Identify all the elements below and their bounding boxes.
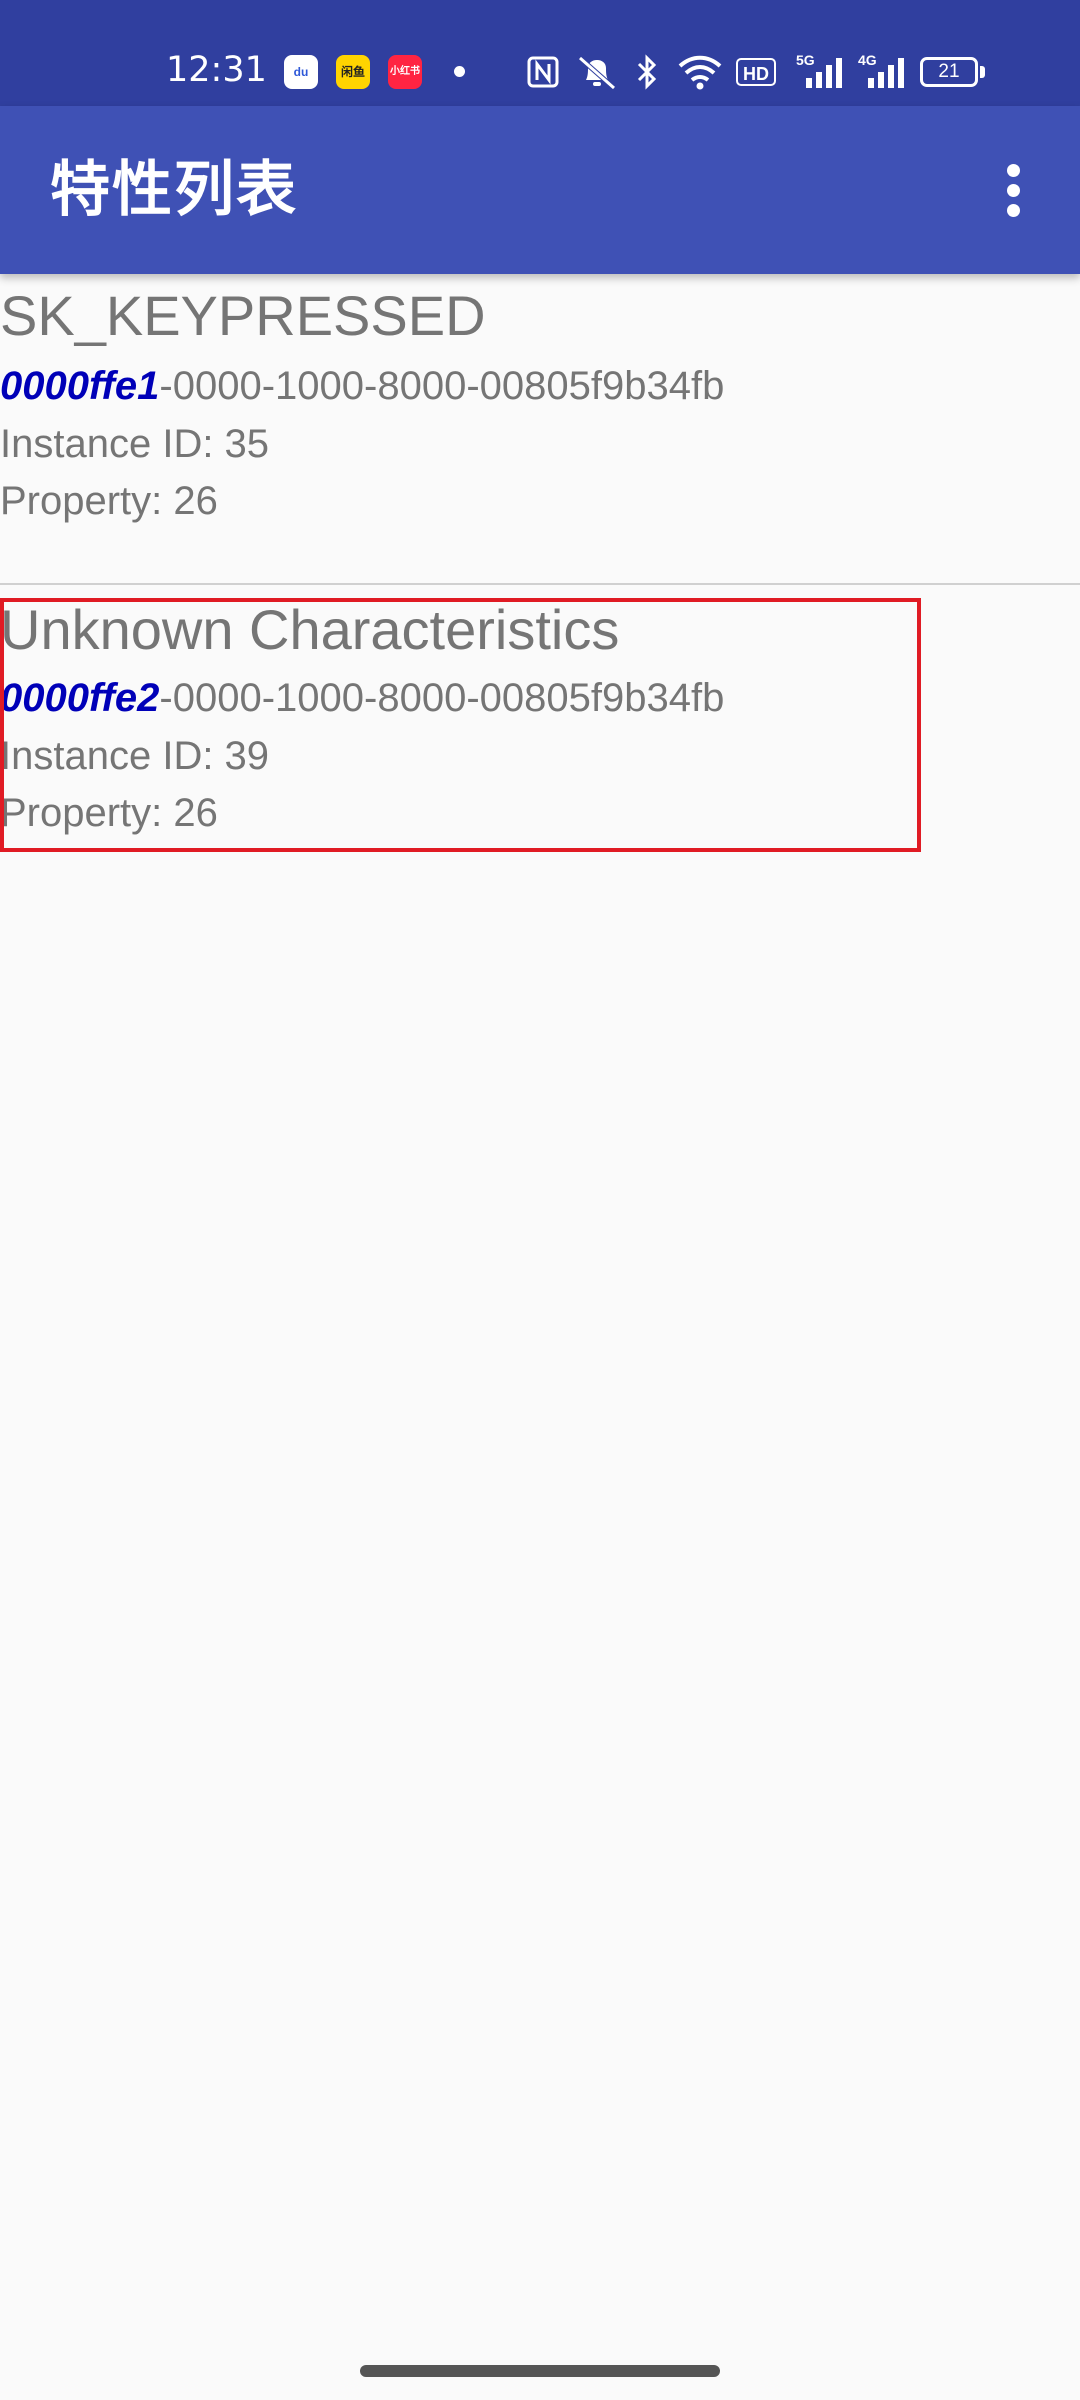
mute-bell-icon <box>578 56 616 90</box>
status-bar: 12:31 du 闲鱼 小红书 HD 5G 4G 21 <box>0 0 1080 106</box>
signal-5g-icon <box>806 58 842 88</box>
wifi-icon <box>678 55 722 90</box>
property: Property: 26 <box>0 791 218 835</box>
more-vert-icon[interactable] <box>990 146 1038 234</box>
uuid-short: 0000ffe2 <box>0 676 160 720</box>
characteristic-uuid: 0000ffe2-0000-1000-8000-00805f9b34fb <box>0 674 724 722</box>
characteristic-uuid: 0000ffe1-0000-1000-8000-00805f9b34fb <box>0 362 724 410</box>
xiaohongshu-app-icon: 小红书 <box>388 55 422 89</box>
instance-id: Instance ID: 35 <box>0 422 270 466</box>
bluetooth-icon <box>637 54 657 90</box>
characteristic-name: Unknown Characteristics <box>0 598 620 661</box>
instance-id: Instance ID: 39 <box>0 734 270 778</box>
signal-4g-icon <box>868 58 904 88</box>
battery-icon: 21 <box>920 57 978 87</box>
characteristic-item[interactable]: SK_KEYPRESSED 0000ffe1-0000-1000-8000-00… <box>0 274 1080 585</box>
uuid-short: 0000ffe1 <box>0 364 160 408</box>
characteristic-item[interactable]: Unknown Characteristics 0000ffe2-0000-10… <box>0 586 1080 846</box>
gesture-handle[interactable] <box>360 2365 720 2377</box>
uuid-rest: -0000-1000-8000-00805f9b34fb <box>159 676 725 720</box>
uuid-rest: -0000-1000-8000-00805f9b34fb <box>159 364 725 408</box>
property: Property: 26 <box>0 479 218 523</box>
baidu-app-icon: du <box>284 55 318 89</box>
app-bar: 特性列表 <box>0 106 1080 274</box>
battery-tip <box>980 66 985 78</box>
status-time: 12:31 <box>166 50 267 90</box>
screen: 12:31 du 闲鱼 小红书 HD 5G 4G 21 特性列表 SK_KEYP… <box>0 0 1080 2400</box>
page-title: 特性列表 <box>50 155 298 225</box>
hd-voice-icon: HD <box>736 58 776 86</box>
notification-dot-icon <box>454 66 465 77</box>
divider <box>0 583 1080 585</box>
xianyu-app-icon: 闲鱼 <box>336 55 370 89</box>
nfc-icon <box>527 56 559 88</box>
characteristic-name: SK_KEYPRESSED <box>0 284 486 347</box>
